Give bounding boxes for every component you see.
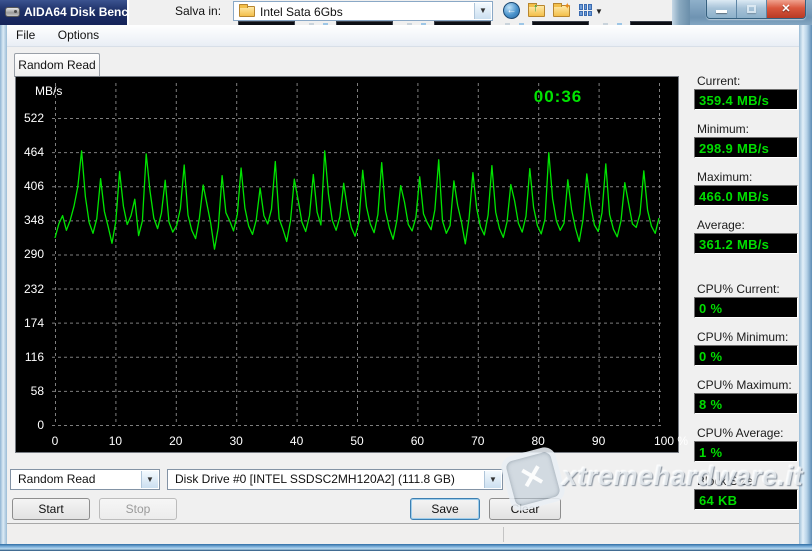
maximize-icon (747, 5, 756, 13)
x-tick-label: 10 (108, 434, 123, 448)
stat-label: Current: (697, 74, 741, 88)
menu-item-options[interactable]: Options (49, 25, 108, 45)
x-tick-label: 50 (350, 434, 364, 448)
y-tick-label: 232 (23, 281, 44, 296)
stat-value: 0 % (694, 345, 798, 366)
x-tick-label: 20 (169, 434, 183, 448)
menu-bar: File Options (7, 25, 799, 47)
stop-button[interactable]: Stop (99, 498, 177, 520)
view-menu-icon[interactable] (579, 4, 592, 16)
x-tick-label: 40 (289, 434, 304, 448)
y-tick-label: 174 (23, 315, 44, 330)
stat-value: 8 % (694, 393, 798, 414)
y-tick-label: 348 (23, 213, 44, 228)
chart-canvas (52, 83, 664, 426)
y-tick-label: 406 (23, 179, 44, 194)
window-title: AIDA64 Disk Bench (24, 5, 127, 19)
stat-label: Maximum: (697, 170, 753, 184)
back-icon[interactable]: ← (503, 2, 520, 19)
elapsed-timer: 00:36 (533, 87, 583, 106)
stat-value: 1 % (694, 441, 798, 462)
chart-plot-area: MB/s 00:36 0 58 116 174 232 290 348 406 464 522 0 1… (16, 77, 688, 452)
benchmark-window: File Options Random Read MB/s 00:36 0 58 1… (7, 25, 799, 544)
disk-icon (5, 7, 20, 17)
up-folder-icon[interactable] (528, 2, 545, 17)
tab-random-read[interactable]: Random Read (14, 53, 100, 77)
stat-value: 361.2 MB/s (694, 233, 798, 254)
minimize-icon (716, 10, 727, 13)
y-tick-label: 116 (24, 349, 44, 364)
aero-titlebar-corner: ✕ (690, 0, 812, 25)
y-tick-label: 522 (23, 111, 44, 125)
x-tick-label: 100 % (653, 434, 689, 448)
y-tick-label: 58 (30, 383, 44, 398)
drive-select[interactable]: Disk Drive #0 [INTEL SSDSC2MH120A2] (111… (167, 469, 503, 490)
stat-label: Block Size: (697, 474, 757, 488)
y-tick-label: 464 (23, 145, 44, 160)
status-bar (7, 523, 799, 544)
window-edge (672, 0, 690, 25)
x-tick-label: 90 (591, 434, 606, 448)
y-tick-label: 0 (37, 418, 44, 432)
stat-value: 0 % (694, 297, 798, 318)
window-border (0, 25, 7, 545)
save-in-label: Salva in: (175, 4, 222, 18)
x-tick-label: 80 (531, 434, 545, 448)
test-type-value: Random Read (18, 472, 96, 486)
status-divider (503, 527, 504, 542)
window-controls: ✕ (706, 0, 806, 19)
menu-item-file[interactable]: File (7, 25, 44, 45)
maximize-button[interactable] (737, 0, 767, 18)
save-button[interactable]: Save (410, 498, 480, 520)
stat-label: Average: (697, 218, 745, 232)
stat-label: CPU% Minimum: (697, 330, 789, 344)
stat-label: CPU% Average: (697, 426, 784, 440)
close-button[interactable]: ✕ (767, 0, 805, 18)
clear-button[interactable]: Clear (489, 498, 561, 520)
location-value: Intel Sata 6Gbs (260, 5, 343, 19)
window-border (799, 25, 812, 545)
x-tick-label: 30 (229, 434, 243, 448)
y-axis-unit-label: MB/s (35, 84, 63, 98)
x-tick-label: 60 (410, 434, 425, 448)
chevron-down-icon[interactable]: ▼ (595, 7, 603, 16)
stat-label: CPU% Current: (697, 282, 780, 296)
test-type-select[interactable]: Random Read ▼ (10, 469, 160, 490)
folder-icon (239, 4, 255, 17)
new-folder-icon[interactable] (553, 1, 571, 17)
chevron-down-icon[interactable]: ▼ (484, 471, 501, 488)
chart: MB/s 00:36 0 58 116 174 232 290 348 406 464 522 0 1… (15, 76, 688, 453)
close-icon: ✕ (781, 3, 791, 15)
stat-label: Minimum: (697, 122, 750, 136)
stat-value: 359.4 MB/s (694, 89, 798, 110)
location-combobox[interactable]: Intel Sata 6Gbs ▼ (233, 1, 493, 21)
minimize-button[interactable] (707, 0, 737, 18)
stat-label: CPU% Maximum: (697, 378, 792, 392)
x-tick-label: 70 (471, 434, 485, 448)
window-border (0, 544, 812, 551)
stat-value: 64 KB (694, 489, 798, 510)
y-tick-label: 290 (23, 247, 44, 262)
background-window-titlebar: AIDA64 Disk Bench (0, 0, 127, 25)
start-button[interactable]: Start (12, 498, 90, 520)
screen: AIDA64 Disk Bench Salva in: Intel Sata 6… (0, 0, 812, 551)
drive-value: Disk Drive #0 [INTEL SSDSC2MH120A2] (111… (175, 472, 455, 486)
chevron-down-icon[interactable]: ▼ (474, 3, 491, 19)
x-tick-label: 0 (51, 434, 59, 448)
stat-value: 466.0 MB/s (694, 185, 798, 206)
chevron-down-icon[interactable]: ▼ (141, 471, 158, 488)
stat-value: 298.9 MB/s (694, 137, 798, 158)
